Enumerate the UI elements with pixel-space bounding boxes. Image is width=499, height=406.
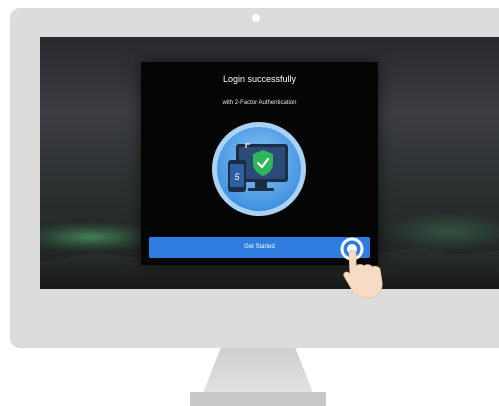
hand-tap-icon <box>340 237 383 299</box>
promo-stage: Login successfully with 2-Factor Authent… <box>0 0 499 406</box>
camera-dot <box>252 14 260 22</box>
two-factor-illustration: 5 <box>212 122 306 216</box>
login-success-dialog: Login successfully with 2-Factor Authent… <box>141 62 378 265</box>
dialog-title: Login successfully <box>222 74 297 84</box>
phone-icon: 5 <box>228 160 246 192</box>
monitor-stand-base <box>190 392 326 406</box>
get-started-button[interactable]: Get Started <box>149 237 370 258</box>
dialog-subtitle: with 2-Factor Authentication <box>222 100 297 106</box>
monitor-stand-neck <box>203 348 313 393</box>
